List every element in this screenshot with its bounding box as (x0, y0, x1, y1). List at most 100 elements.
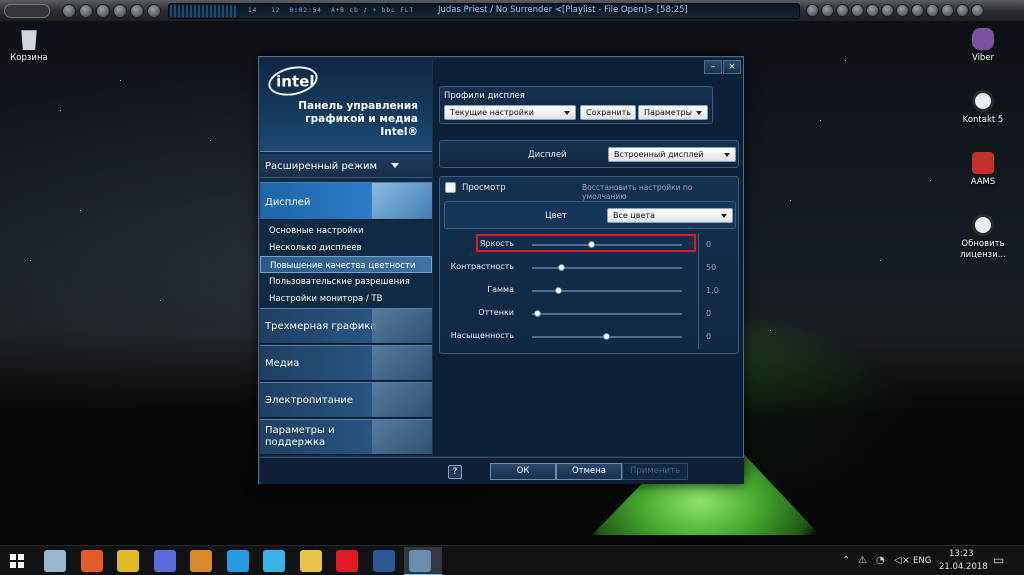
save-profile-button[interactable]: Сохранить (580, 105, 636, 120)
subitem-custom-resolutions[interactable]: Пользовательские разрешения (260, 273, 432, 290)
slider-track[interactable] (532, 287, 682, 294)
minimize-icon[interactable] (956, 4, 969, 17)
word-icon[interactable] (372, 550, 395, 572)
pause-icon[interactable] (851, 4, 864, 17)
subitem-multiple-displays[interactable]: Несколько дисплеев (260, 239, 432, 256)
notification-tray-icon[interactable]: ⚠ (858, 555, 867, 566)
player-spectrum (170, 5, 236, 17)
subitem-basic-settings[interactable]: Основные настройки (260, 222, 432, 239)
app-1-icon[interactable] (44, 550, 66, 572)
slider-row: Контрастность 50 (440, 262, 740, 276)
subitem-color-enhancement[interactable]: Повышение качества цветности (260, 256, 432, 273)
volume-muted-icon[interactable]: ◁× (894, 555, 910, 566)
cancel-button[interactable]: Отмена (556, 463, 622, 480)
windows-start-icon[interactable] (10, 554, 24, 568)
player-right-buttons (806, 4, 984, 17)
desktop-icon-kontakt[interactable]: Kontakt 5 (948, 90, 1018, 126)
player-button[interactable] (96, 4, 110, 18)
close-icon[interactable] (971, 4, 984, 17)
category-power[interactable]: Электропитание (260, 382, 432, 418)
explorer-icon[interactable] (299, 550, 322, 572)
playlist-icon[interactable] (941, 4, 954, 17)
slider-thumb[interactable] (534, 310, 541, 317)
rewind-icon[interactable] (821, 4, 834, 17)
desktop-icon-recycle-bin[interactable]: Корзина (0, 28, 64, 64)
open-icon[interactable] (896, 4, 909, 17)
player-button[interactable] (113, 4, 127, 18)
brand-header: intel Панель управления графикой и медиа… (260, 58, 432, 152)
category-media[interactable]: Медиа (260, 345, 432, 381)
category-support[interactable]: Параметры и поддержка (260, 419, 432, 455)
next-icon[interactable] (881, 4, 894, 17)
display-dropdown[interactable]: Встроенный дисплей (608, 147, 736, 162)
kontakt-icon (972, 90, 994, 112)
app-7-icon[interactable] (263, 550, 285, 572)
slider-track[interactable] (532, 310, 682, 317)
intel-logo: intel (265, 62, 321, 100)
app-2-icon[interactable] (80, 550, 103, 572)
parameters-dropdown[interactable]: Параметры (638, 105, 708, 120)
opera-icon[interactable] (336, 550, 358, 572)
slider-track[interactable] (532, 333, 682, 340)
ok-button[interactable]: ОК (490, 463, 556, 480)
category-label: Параметры и поддержка (265, 425, 335, 448)
minimize-button[interactable]: – (704, 60, 722, 74)
wifi-icon[interactable]: ◔ (876, 555, 885, 566)
brand-title: Панель управления графикой и медиа Intel… (298, 100, 418, 138)
subitem-monitor-tv-settings[interactable]: Настройки монитора / ТВ (260, 290, 432, 307)
player-button[interactable] (79, 4, 93, 18)
app-5-icon[interactable] (190, 550, 212, 572)
counter-a: 14 (248, 7, 258, 14)
mode-dropdown[interactable]: Расширенный режим (260, 154, 432, 178)
slider-thumb[interactable] (603, 333, 610, 340)
category-display[interactable]: Дисплей (260, 182, 432, 220)
chevron-up-icon[interactable]: ⌃ (842, 555, 850, 566)
player-logo[interactable] (4, 4, 50, 18)
player-button[interactable] (62, 4, 76, 18)
camera-icon (372, 346, 432, 380)
slider-row: Насыщенность 0 (440, 331, 740, 345)
clock-date[interactable]: 21.04.2018 (939, 562, 988, 572)
aams-icon (972, 152, 994, 174)
player-button[interactable] (147, 4, 161, 18)
desktop-icon-label: Корзина (10, 53, 48, 63)
profiles-group: Профили дисплея Текущие настройки Сохран… (439, 86, 713, 124)
apply-button[interactable]: Применить (622, 463, 688, 480)
media-player-bar: 14 12 0:02:54 A+B cb ♪ ☀ bbc FLT Judas P… (0, 0, 1024, 22)
help-button[interactable]: ? (448, 465, 462, 479)
stop-icon[interactable] (866, 4, 879, 17)
preview-checkbox[interactable] (445, 182, 456, 193)
app-3-icon[interactable] (117, 550, 139, 572)
player-button[interactable] (130, 4, 144, 18)
category-3d-graphics[interactable]: Трехмерная графика (260, 308, 432, 344)
support-icon (372, 420, 432, 454)
desktop-icon-update-license[interactable]: Обновить лицензи... (948, 214, 1018, 261)
prev-icon[interactable] (806, 4, 819, 17)
play-icon[interactable] (836, 4, 849, 17)
color-select-label: Цвет (545, 211, 567, 221)
desktop-icon-viber[interactable]: Viber (948, 28, 1018, 64)
counter-b: 12 (271, 7, 281, 14)
player-flags: A+B cb ♪ ☀ bbc (331, 7, 396, 14)
language-indicator[interactable]: ENG (913, 556, 931, 566)
slider-thumb[interactable] (558, 264, 565, 271)
chevron-down-icon (696, 111, 702, 115)
color-dropdown[interactable]: Все цвета (607, 208, 733, 223)
desktop-icon-aams[interactable]: AAMS (948, 152, 1018, 188)
restore-defaults-link[interactable]: Восстановить настройки по умолчанию (582, 183, 738, 201)
color-dropdown-value: Все цвета (613, 211, 655, 220)
intel-graphics-icon[interactable] (409, 550, 431, 572)
clock-time[interactable]: 13:23 (949, 549, 974, 559)
parameters-label: Параметры (644, 108, 692, 117)
settings-icon[interactable] (911, 4, 924, 17)
action-center-icon[interactable]: ▭ (993, 553, 1004, 567)
chevron-down-icon (564, 111, 570, 115)
app-6-icon[interactable] (226, 550, 249, 572)
slider-track[interactable] (532, 264, 682, 271)
app-4-icon[interactable] (153, 550, 176, 572)
slider-value: 50 (706, 263, 717, 272)
profile-dropdown[interactable]: Текущие настройки (444, 105, 576, 120)
close-button[interactable]: × (723, 60, 741, 74)
slider-thumb[interactable] (555, 287, 562, 294)
eq-icon[interactable] (926, 4, 939, 17)
